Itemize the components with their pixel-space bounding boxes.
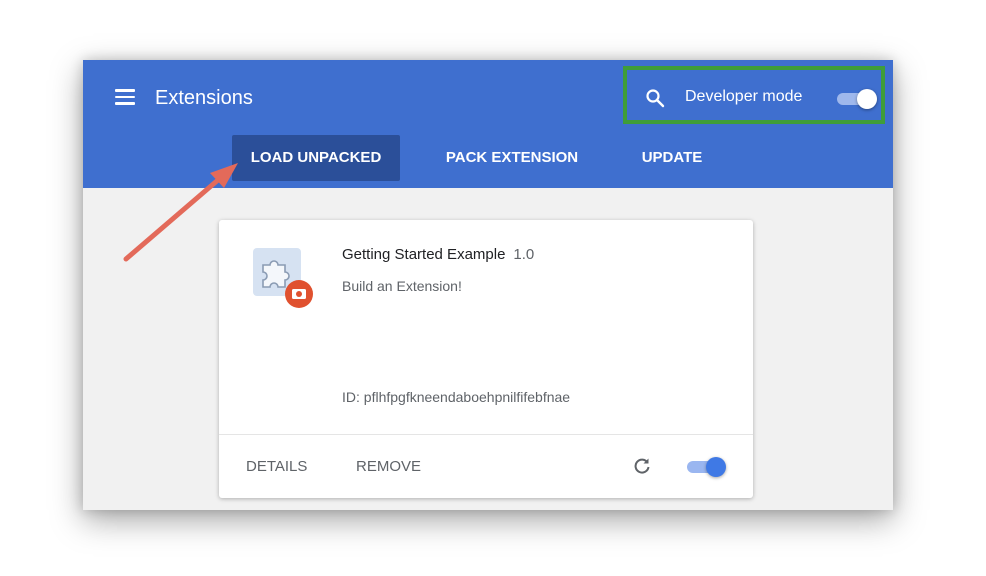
extension-name-row: Getting Started Example 1.0 [342, 246, 534, 264]
remove-button[interactable]: REMOVE [356, 458, 421, 476]
extension-card: Getting Started Example 1.0 Build an Exte… [219, 220, 753, 498]
details-button[interactable]: DETAILS [246, 458, 307, 476]
pack-extension-button[interactable]: PACK EXTENSION [433, 135, 591, 181]
reload-icon[interactable] [632, 456, 652, 476]
card-divider [219, 434, 753, 435]
extension-toggle-knob [706, 457, 726, 477]
extension-id: ID: pflhfpgfkneendaboehpnilfifebfnae [342, 389, 571, 405]
extension-enable-toggle[interactable] [685, 457, 729, 477]
extensions-window: Extensions Developer mode LOAD UNPACKED … [83, 60, 893, 510]
developer-mode-toggle[interactable] [835, 89, 877, 109]
page-title: Extensions [155, 87, 253, 109]
extension-name: Getting Started Example [342, 246, 506, 263]
update-button[interactable]: UPDATE [628, 135, 716, 181]
extension-version: 1.0 [513, 246, 535, 263]
extension-description: Build an Extension! [342, 278, 462, 294]
search-icon[interactable] [645, 88, 665, 108]
hamburger-menu-icon[interactable] [115, 89, 135, 105]
developer-mode-label: Developer mode [685, 88, 803, 105]
developer-mode-toggle-knob [857, 89, 877, 109]
annotation-arrow [123, 163, 238, 262]
extension-badge-icon [285, 280, 313, 308]
